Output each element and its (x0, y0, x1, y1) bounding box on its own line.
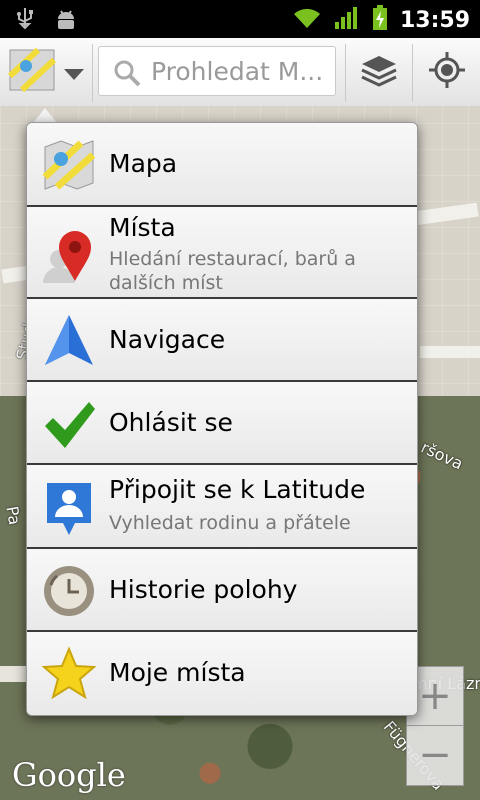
maps-toolbar: Prohledat M... (0, 38, 480, 107)
menu-item-title: Ohlásit se (109, 408, 233, 437)
menu-item-historie-polohy[interactable]: Historie polohy (27, 549, 417, 632)
menu-item-mista[interactable]: Místa Hledání restaurací, barů a dalších… (27, 207, 417, 299)
menu-item-moje-mista[interactable]: Moje místa (27, 632, 417, 715)
street-label-pa: Pa (2, 504, 25, 527)
layers-button[interactable] (346, 38, 412, 106)
star-icon (41, 646, 97, 702)
menu-item-navigace[interactable]: Navigace (27, 299, 417, 382)
checkmark-icon (41, 396, 97, 452)
search-placeholder: Prohledat M... (151, 57, 324, 86)
menu-pointer (33, 108, 57, 123)
chevron-down-icon (64, 66, 84, 85)
app-switcher-menu: Mapa Místa Hledání restaurací, barů a da… (26, 122, 418, 716)
menu-item-title: Místa (109, 213, 176, 242)
zoom-out-button[interactable]: − (407, 725, 463, 784)
app-switcher-button[interactable] (0, 38, 92, 106)
menu-item-title: Mapa (109, 149, 178, 178)
signal-icon (334, 6, 360, 34)
battery-charging-icon (372, 5, 388, 35)
menu-item-latitude[interactable]: Připojit se k Latitude Vyhledat rodinu a… (27, 465, 417, 549)
menu-item-ohlasit-se[interactable]: Ohlásit se (27, 382, 417, 465)
search-box[interactable]: Prohledat M... (98, 46, 336, 96)
crosshair-location-icon (429, 52, 465, 92)
google-logo: Google (12, 756, 126, 794)
navigation-arrow-icon (41, 313, 97, 369)
menu-item-title: Navigace (109, 325, 226, 354)
maps-app-icon (7, 46, 57, 100)
search-icon (113, 59, 141, 91)
map-road (420, 346, 480, 358)
wifi-icon (292, 6, 322, 34)
menu-item-mapa[interactable]: Mapa (27, 123, 417, 207)
menu-item-title: Historie polohy (109, 575, 298, 604)
maps-icon (41, 137, 97, 193)
places-pin-icon (41, 225, 97, 283)
usb-icon (14, 7, 36, 35)
latitude-person-icon (41, 479, 97, 535)
status-time: 13:59 (399, 7, 470, 33)
location-history-clock-icon (41, 563, 97, 619)
menu-item-title: Moje místa (109, 658, 246, 687)
menu-item-title: Připojit se k Latitude (109, 475, 366, 504)
status-bar: 13:59 (0, 0, 480, 38)
my-location-button[interactable] (413, 38, 480, 106)
layers-icon (360, 54, 398, 94)
menu-item-subtitle: Vyhledat rodinu a přátele (109, 512, 351, 534)
menu-item-subtitle: Hledání restaurací, barů a dalších míst (109, 248, 356, 294)
android-debug-icon (54, 7, 78, 35)
